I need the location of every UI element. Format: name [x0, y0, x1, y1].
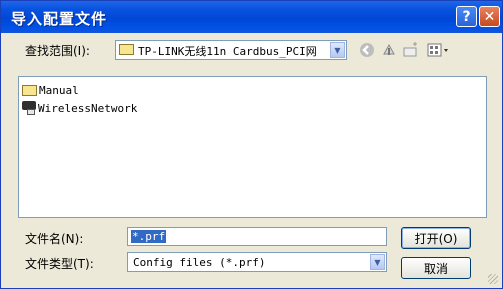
folder-icon: [22, 84, 37, 96]
file-name: WirelessNetwork: [38, 101, 138, 115]
close-button[interactable]: ✕: [479, 6, 500, 27]
back-icon[interactable]: [358, 41, 376, 59]
chevron-down-icon[interactable]: ▼: [370, 254, 385, 270]
filename-input[interactable]: *.prf: [127, 227, 387, 246]
network-folder-icon: [22, 101, 36, 115]
chevron-down-icon[interactable]: ▼: [330, 42, 345, 58]
filename-value: *.prf: [131, 230, 167, 243]
list-item[interactable]: WirelessNetwork: [22, 100, 137, 116]
filetype-value: Config files (*.prf): [133, 256, 266, 269]
cancel-button[interactable]: 取消: [401, 257, 471, 279]
look-in-value: TP-LINK无线11n Cardbus_PCI网: [138, 45, 317, 58]
views-menu-icon[interactable]: [426, 41, 452, 59]
file-list[interactable]: Manual WirelessNetwork: [18, 76, 487, 218]
dialog-title: 导入配置文件: [11, 10, 108, 28]
help-button[interactable]: ?: [456, 6, 477, 27]
filetype-select[interactable]: Config files (*.prf) ▼: [127, 252, 387, 272]
file-name: Manual: [39, 83, 79, 97]
import-config-dialog: 导入配置文件 ? ✕ 查找范围(I): TP-LINK无线11n Cardbus…: [0, 0, 503, 289]
filename-label: 文件名(N):: [25, 232, 84, 246]
open-button[interactable]: 打开(O): [401, 227, 471, 249]
look-in-label: 查找范围(I):: [25, 44, 90, 58]
list-item[interactable]: Manual: [22, 82, 79, 98]
filetype-label: 文件类型(T):: [25, 257, 94, 271]
resize-grip[interactable]: [488, 274, 498, 284]
new-folder-icon[interactable]: [402, 41, 420, 59]
up-folder-icon[interactable]: [380, 41, 398, 59]
title-bar[interactable]: 导入配置文件 ? ✕: [1, 1, 502, 33]
folder-icon: [119, 44, 134, 55]
look-in-dropdown[interactable]: TP-LINK无线11n Cardbus_PCI网 ▼: [115, 40, 347, 60]
